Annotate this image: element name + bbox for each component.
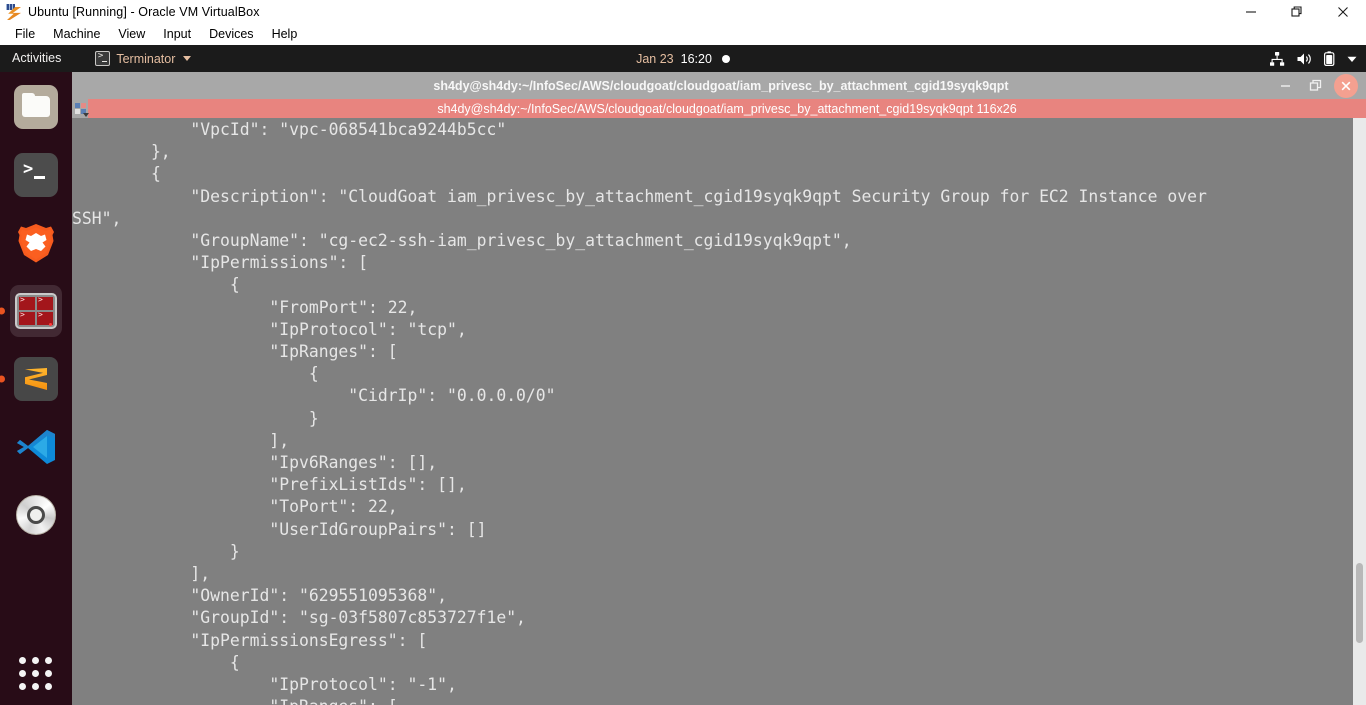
virtualbox-menubar: File Machine View Input Devices Help xyxy=(0,24,1366,45)
notification-dot-icon xyxy=(721,54,730,63)
terminal-icon xyxy=(95,51,111,66)
dock-item-terminator[interactable] xyxy=(10,285,62,337)
virtualbox-icon xyxy=(6,4,22,20)
network-icon xyxy=(1269,51,1285,67)
cd-drive-icon xyxy=(16,495,56,535)
menu-item-view[interactable]: View xyxy=(109,24,154,45)
terminator-window-title: sh4dy@sh4dy:~/InfoSec/AWS/cloudgoat/clou… xyxy=(433,78,1009,93)
terminator-window: sh4dy@sh4dy:~/InfoSec/AWS/cloudgoat/clou… xyxy=(72,72,1366,705)
chevron-down-icon xyxy=(83,113,89,117)
menu-item-devices[interactable]: Devices xyxy=(200,24,262,45)
activities-button[interactable]: Activities xyxy=(0,45,75,72)
close-icon[interactable] xyxy=(1334,73,1358,98)
maximize-icon[interactable] xyxy=(1300,72,1330,99)
terminal-scrollbar[interactable] xyxy=(1353,118,1366,705)
clock-time: 16:20 xyxy=(680,51,712,66)
ubuntu-dock xyxy=(0,72,72,705)
virtualbox-window: Ubuntu [Running] - Oracle VM VirtualBox … xyxy=(0,0,1366,705)
battery-icon xyxy=(1324,50,1335,67)
brave-browser-icon xyxy=(14,221,58,265)
terminator-window-controls xyxy=(1270,72,1366,99)
terminal-icon xyxy=(14,153,58,197)
tab-layout-menu-button[interactable] xyxy=(72,99,89,118)
clock-date: Jan 23 xyxy=(636,51,674,66)
dock-item-sublime-text[interactable] xyxy=(10,353,62,405)
terminal-tab[interactable]: sh4dy@sh4dy:~/InfoSec/AWS/cloudgoat/clou… xyxy=(88,99,1366,118)
dock-item-brave[interactable] xyxy=(10,217,62,269)
menu-item-help[interactable]: Help xyxy=(263,24,307,45)
close-icon[interactable] xyxy=(1320,0,1366,24)
menu-item-machine[interactable]: Machine xyxy=(44,24,109,45)
sublime-text-icon xyxy=(14,357,58,401)
minimize-icon[interactable] xyxy=(1270,72,1300,99)
terminal-scrollbar-thumb[interactable] xyxy=(1356,563,1363,643)
files-icon xyxy=(14,85,58,129)
guest-screen: Activities Terminator Jan 23 16:20 xyxy=(0,45,1366,705)
menu-item-file[interactable]: File xyxy=(6,24,44,45)
dock-item-terminal[interactable] xyxy=(10,149,62,201)
gnome-top-panel: Activities Terminator Jan 23 16:20 xyxy=(0,45,1366,72)
window-controls xyxy=(1228,0,1366,24)
terminal-output: "VpcId": "vpc-068541bca9244b5cc" }, { "D… xyxy=(72,120,1207,705)
system-menu-chevron-icon xyxy=(1346,53,1358,65)
chevron-down-icon xyxy=(183,56,192,61)
clock-button[interactable]: Jan 23 16:20 xyxy=(0,45,1366,72)
terminator-icon xyxy=(15,293,57,329)
virtualbox-titlebar: Ubuntu [Running] - Oracle VM VirtualBox xyxy=(0,0,1366,24)
terminal-tab-label: sh4dy@sh4dy:~/InfoSec/AWS/cloudgoat/clou… xyxy=(437,101,1017,116)
volume-icon xyxy=(1296,51,1313,67)
app-menu-button[interactable]: Terminator xyxy=(95,45,192,72)
terminal-body[interactable]: "VpcId": "vpc-068541bca9244b5cc" }, { "D… xyxy=(72,118,1366,705)
app-menu-label: Terminator xyxy=(116,51,176,66)
dock-item-disc[interactable] xyxy=(10,489,62,541)
visual-studio-code-icon xyxy=(14,425,58,469)
show-applications-button[interactable] xyxy=(19,657,53,691)
minimize-icon[interactable] xyxy=(1228,0,1274,24)
menu-item-input[interactable]: Input xyxy=(154,24,200,45)
window-title: Ubuntu [Running] - Oracle VM VirtualBox xyxy=(28,5,260,19)
terminator-titlebar: sh4dy@sh4dy:~/InfoSec/AWS/cloudgoat/clou… xyxy=(72,72,1366,99)
system-tray[interactable] xyxy=(1269,45,1358,72)
terminator-tabbar: sh4dy@sh4dy:~/InfoSec/AWS/cloudgoat/clou… xyxy=(72,99,1366,118)
maximize-icon[interactable] xyxy=(1274,0,1320,24)
dock-item-vscode[interactable] xyxy=(10,421,62,473)
dock-item-files[interactable] xyxy=(10,81,62,133)
